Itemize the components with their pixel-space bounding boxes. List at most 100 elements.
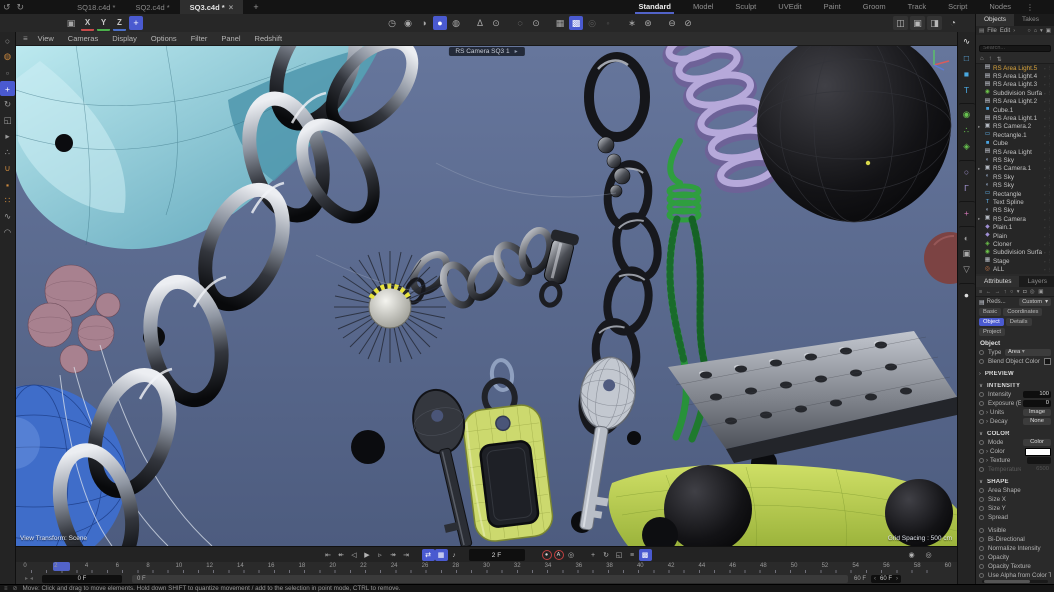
- text-primitive-icon[interactable]: T: [959, 82, 975, 97]
- axis-y-toggle[interactable]: Y: [97, 16, 110, 31]
- layer-dots-icon[interactable]: ⋮: [1048, 250, 1053, 256]
- section-arrow-icon[interactable]: [979, 383, 983, 389]
- forward-icon[interactable]: →: [995, 289, 1001, 295]
- array-icon[interactable]: ∴: [959, 123, 975, 138]
- object-row[interactable]: ◈ Cloner ▫ ⋮: [976, 240, 1054, 248]
- keyframe-dot-icon[interactable]: [979, 458, 984, 463]
- expand-icon[interactable]: [978, 166, 982, 172]
- layer-dots-icon[interactable]: ⋮: [1048, 149, 1053, 155]
- checkbox[interactable]: [1044, 358, 1051, 365]
- workspace-overflow-icon[interactable]: ⋮: [1022, 3, 1038, 12]
- object-row[interactable]: ▣ RS Camera.1 ▫ ⋮: [976, 165, 1054, 173]
- visibility-toggle[interactable]: ▫: [1044, 66, 1046, 71]
- attribute-value[interactable]: Area: [1005, 349, 1051, 356]
- layer-dots-icon[interactable]: ⋮: [1048, 258, 1053, 264]
- volume-icon[interactable]: ◐: [959, 226, 975, 245]
- keyframe-record-icon[interactable]: ◉: [401, 16, 415, 30]
- attribute-value[interactable]: 100: [1023, 391, 1051, 398]
- close-tab-icon[interactable]: ×: [229, 3, 234, 12]
- attribute-value[interactable]: [1027, 457, 1051, 464]
- lock-icon[interactable]: ◘: [1023, 289, 1026, 295]
- home-icon[interactable]: ⌂: [980, 56, 984, 62]
- layer-dots-icon[interactable]: ⋮: [1048, 82, 1053, 88]
- attribute-row[interactable]: Blend Object Color: [976, 357, 1054, 366]
- section-arrow-icon[interactable]: [979, 431, 983, 437]
- layer-dots-icon[interactable]: ⋮: [1048, 208, 1053, 214]
- cube-primitive-icon[interactable]: ■: [959, 66, 975, 81]
- back-icon[interactable]: ←: [986, 289, 992, 295]
- mode-dropdown[interactable]: Custom ▾: [1019, 298, 1051, 306]
- workspace-item[interactable]: Sculpt: [724, 0, 767, 14]
- layer-dots-icon[interactable]: ⋮: [1048, 174, 1053, 180]
- spline-square-icon[interactable]: ▪: [0, 177, 15, 192]
- next-frame-button[interactable]: ▹: [374, 549, 387, 561]
- object-row[interactable]: ◉ Subdivision Surface ▫ ⋮: [976, 249, 1054, 257]
- timeline-length-spinner[interactable]: ‹ 60 F ›: [871, 575, 901, 583]
- object-row[interactable]: ■ Cube ▫ ⋮: [976, 140, 1054, 148]
- search-icon[interactable]: ○: [1010, 289, 1013, 295]
- attribute-tab-chip[interactable]: Coordinates: [1003, 308, 1042, 316]
- play-button[interactable]: ▶: [361, 549, 374, 561]
- solo-single-button[interactable]: ◎: [922, 549, 935, 561]
- object-row[interactable]: ◐ RS Sky ▫ ⋮: [976, 181, 1054, 189]
- attribute-row[interactable]: Visible: [976, 526, 1054, 535]
- object-search-input[interactable]: [979, 45, 1051, 52]
- scale-tool[interactable]: ◱: [0, 113, 15, 128]
- layer-dots-icon[interactable]: ⋮: [1048, 241, 1053, 247]
- parent-icon[interactable]: ↑: [1004, 289, 1007, 295]
- material-icon[interactable]: ●: [959, 283, 975, 302]
- workspace-item[interactable]: Standard: [627, 0, 682, 14]
- visibility-toggle[interactable]: ▫: [1044, 150, 1046, 155]
- attribute-row[interactable]: Opacity: [976, 553, 1054, 562]
- redo-icon[interactable]: ↻: [17, 0, 25, 14]
- visibility-toggle[interactable]: ▫: [1044, 183, 1046, 188]
- filter-icon[interactable]: ▾: [1040, 28, 1043, 34]
- orbit-tool-icon[interactable]: ◍: [0, 49, 15, 64]
- keyframe-dot-icon[interactable]: [979, 488, 984, 493]
- attribute-value[interactable]: Image: [1023, 409, 1051, 416]
- object-row[interactable]: ◐ RS Sky ▫ ⋮: [976, 173, 1054, 181]
- record-scale-button[interactable]: ◱: [613, 549, 626, 561]
- file-menu[interactable]: File: [987, 28, 997, 34]
- attribute-value[interactable]: Color: [1023, 439, 1051, 446]
- visibility-toggle[interactable]: ▫: [1044, 217, 1046, 222]
- section-arrow-icon[interactable]: [979, 479, 983, 485]
- object-row[interactable]: ◐ RS Sky ▫ ⋮: [976, 207, 1054, 215]
- horizontal-scrollbar[interactable]: [982, 580, 1048, 583]
- object-row[interactable]: ■ Cube.1 ▫ ⋮: [976, 106, 1054, 114]
- render-picture-viewer-button[interactable]: ▣: [910, 16, 925, 30]
- record-keyframe-button[interactable]: ●: [542, 550, 552, 560]
- current-frame-field[interactable]: 0 F: [42, 575, 122, 583]
- attribute-row[interactable]: Decay None: [976, 417, 1054, 426]
- viewport-menu-icon[interactable]: ≡: [20, 34, 31, 43]
- attribute-row[interactable]: PREVIEW: [976, 369, 1054, 378]
- clock-icon[interactable]: ◷: [385, 16, 399, 30]
- layer-dots-icon[interactable]: ⋮: [1048, 141, 1053, 147]
- expand-icon[interactable]: [978, 124, 982, 130]
- go-to-start-button[interactable]: ⇤: [322, 549, 335, 561]
- preview-range-bar[interactable]: 0 F: [132, 575, 848, 583]
- object-row[interactable]: ◆ Plain.1 ▫ ⋮: [976, 223, 1054, 231]
- visibility-toggle[interactable]: ▫: [1044, 158, 1046, 163]
- viewport-menu-item[interactable]: Redshift: [248, 34, 290, 43]
- layer-dots-icon[interactable]: ⋮: [1048, 107, 1053, 113]
- simulate-toggle[interactable]: ●: [433, 16, 447, 30]
- section-arrow-icon[interactable]: [979, 371, 981, 377]
- dot-icon[interactable]: ⊙: [529, 16, 543, 30]
- workspace-item[interactable]: Groom: [852, 0, 897, 14]
- cloth-icon[interactable]: ◍: [449, 16, 463, 30]
- viewport[interactable]: ≡ View Cameras Display Options Filter Pa…: [16, 32, 957, 546]
- character-icon[interactable]: Δ: [473, 16, 487, 30]
- keyframe-dot-icon[interactable]: [979, 528, 984, 533]
- keyframe-dot-icon[interactable]: [979, 350, 984, 355]
- grid-icon[interactable]: ▦: [553, 16, 567, 30]
- object-row[interactable]: ▣ RS Camera ▫ ⋮: [976, 215, 1054, 223]
- attribute-row[interactable]: Size X: [976, 495, 1054, 504]
- account-icon[interactable]: ◔: [950, 18, 956, 29]
- document-tab[interactable]: SQ18.c4d * ×: [67, 0, 125, 14]
- layer-dots-icon[interactable]: ⋮: [1048, 132, 1053, 138]
- attribute-row[interactable]: SHAPE: [976, 477, 1054, 486]
- spline-points-icon[interactable]: ∷: [0, 193, 15, 208]
- sort-icon[interactable]: ⇅: [997, 56, 1002, 63]
- visibility-toggle[interactable]: ▫: [1044, 259, 1046, 264]
